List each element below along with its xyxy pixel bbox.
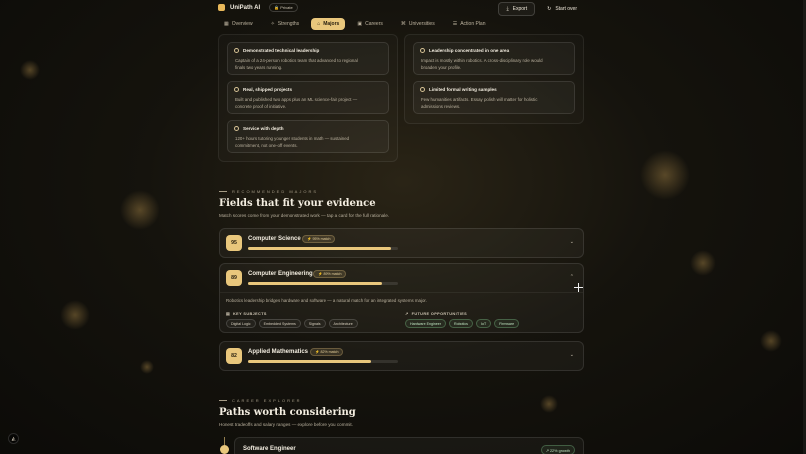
major-name: Applied Mathematics (248, 349, 309, 355)
match-bar (248, 282, 398, 285)
chevron-up-icon[interactable]: ⌃ (570, 274, 574, 280)
subject-chip: Architecture (328, 319, 358, 328)
app-name: UniPath AI (230, 4, 261, 11)
gaps-panel: Leadership concentrated in one area Impa… (404, 34, 584, 124)
privacy-badge: 🔒 Private (269, 3, 298, 12)
match-bar-fill (248, 360, 371, 363)
cursor-crosshair-icon (574, 283, 583, 292)
match-bar (248, 247, 398, 250)
match-pill: ⚡ 95% match (302, 235, 336, 243)
download-icon: ⤓ (506, 6, 509, 12)
major-name: Computer Science (248, 236, 301, 242)
match-pill: ⚡ 89% match (313, 270, 347, 278)
career-name: Software Engineer (243, 446, 296, 452)
opportunity-chip: Robotics (448, 319, 473, 328)
majors-title: Fields that fit your evidence (219, 198, 376, 209)
subject-chip: Signals (303, 319, 326, 328)
gap-card: Limited formal writing samples Few human… (413, 81, 575, 114)
tab-careers[interactable]: ▣ Careers (351, 18, 389, 30)
assistant-button[interactable]: ◭ (8, 433, 19, 444)
opportunity-chip: Hardware Engineer (405, 319, 446, 328)
subject-chip: Digital Logic (226, 319, 256, 328)
book-icon: ▤ (226, 312, 230, 316)
strength-card: Service with depth 120+ hours tutoring y… (227, 120, 389, 153)
tab-majors[interactable]: ⌂ Majors (311, 18, 346, 30)
timeline-marker (220, 445, 229, 454)
graduation-cap-icon: ⌂ (317, 21, 321, 27)
match-bar-fill (248, 247, 391, 250)
major-rationale: Robotics leadership bridges hardware and… (226, 298, 427, 303)
match-score: 89 (226, 270, 242, 286)
tab-strengths[interactable]: ✧ Strengths (265, 18, 306, 30)
start-over-button[interactable]: ↻ Start over (543, 2, 581, 16)
match-pill: ⚡ 82% match (310, 348, 344, 356)
check-circle-icon (234, 126, 239, 131)
future-opportunities-list: Hardware Engineer Robotics IoT Firmware (405, 319, 520, 328)
check-circle-icon (234, 48, 239, 53)
future-opportunities-heading: ↗ FUTURE OPPORTUNITIES (405, 311, 468, 317)
opportunity-chip: IoT (475, 319, 492, 328)
checklist-icon: ☰ (452, 21, 458, 27)
match-score: 95 (226, 235, 242, 251)
subject-chip: Embedded Systems (258, 319, 301, 328)
major-card-computer-engineering[interactable]: 89 Computer Engineering ⚡ 89% match ⌃ Ro… (219, 263, 584, 333)
export-button[interactable]: ⤓ Export (498, 2, 536, 16)
grid-icon: ▦ (224, 21, 229, 27)
divider (220, 292, 583, 293)
opportunity-chip: Firmware (494, 319, 520, 328)
tab-universities[interactable]: ⌘ Universities (395, 18, 441, 30)
careers-eyebrow: CAREER EXPLORER (219, 398, 302, 403)
strength-card: Real, shipped projects Built and publish… (227, 81, 389, 114)
major-name: Computer Engineering (248, 271, 313, 277)
lightbulb-icon (420, 48, 425, 53)
compass-icon: ◭ (11, 435, 16, 442)
majors-subtitle: Match scores come from your demonstrated… (219, 213, 390, 218)
majors-eyebrow: RECOMMENDED MAJORS (219, 189, 318, 194)
check-circle-icon (234, 87, 239, 92)
careers-subtitle: Honest tradeoffs and salary ranges — exp… (219, 422, 353, 427)
match-bar-fill (248, 282, 382, 285)
key-subjects-heading: ▤ KEY SUBJECTS (226, 311, 267, 317)
match-score: 82 (226, 348, 242, 364)
logo-icon (218, 4, 225, 11)
tab-action-plan[interactable]: ☰ Action Plan (447, 18, 492, 30)
trend-up-icon: ↗ (405, 312, 409, 316)
strength-card: Demonstrated technical leadership Captai… (227, 42, 389, 75)
chevron-down-icon[interactable]: ⌄ (570, 239, 574, 245)
lightbulb-icon (420, 87, 425, 92)
sparkle-icon: ✧ (270, 21, 275, 27)
chevron-down-icon[interactable]: ⌄ (570, 352, 574, 358)
app-brand[interactable]: UniPath AI 🔒 Private (218, 3, 298, 12)
tab-bar: ▦ Overview ✧ Strengths ⌂ Majors ▣ Careers ⌘ U… (218, 18, 492, 30)
briefcase-icon: ▣ (357, 21, 363, 27)
growth-badge: ↗ 22% growth (540, 445, 575, 454)
key-subjects-list: Digital Logic Embedded Systems Signals A… (226, 319, 358, 328)
building-icon: ⌘ (400, 21, 406, 27)
timeline-line (224, 437, 225, 445)
gap-card: Leadership concentrated in one area Impa… (413, 42, 575, 75)
match-bar (248, 360, 398, 363)
refresh-icon: ↻ (547, 6, 552, 12)
strengths-panel: Demonstrated technical leadership Captai… (218, 34, 398, 162)
major-card-computer-science[interactable]: 95 Computer Science ⚡ 95% match ⌄ (219, 228, 584, 258)
major-card-applied-mathematics[interactable]: 82 Applied Mathematics ⚡ 82% match ⌄ (219, 341, 584, 371)
tab-overview[interactable]: ▦ Overview (218, 18, 259, 30)
career-card[interactable]: Software Engineer ↗ 22% growth (234, 437, 584, 454)
careers-title: Paths worth considering (219, 407, 356, 418)
